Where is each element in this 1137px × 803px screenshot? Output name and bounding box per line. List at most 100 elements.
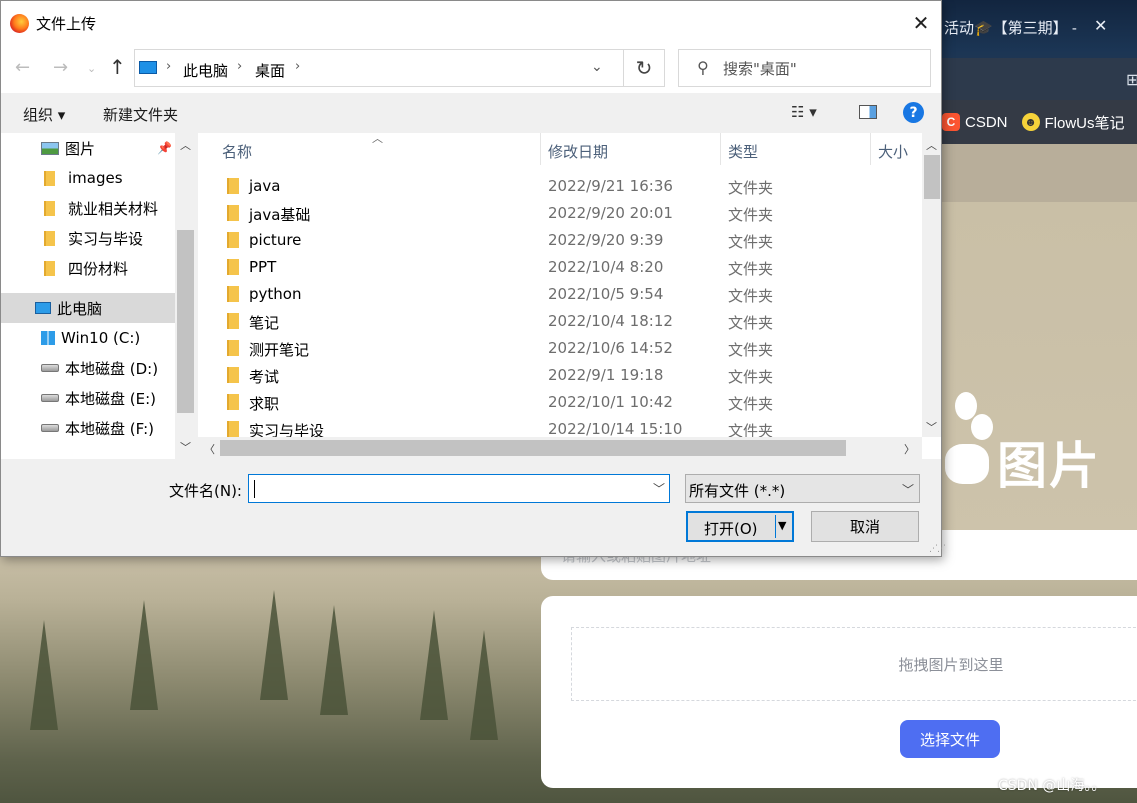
drive-icon	[41, 394, 59, 402]
bookmark-csdn[interactable]: C CSDN	[942, 113, 1008, 131]
breadcrumb-desktop[interactable]: 桌面	[255, 60, 285, 81]
close-button[interactable]: ✕	[901, 5, 941, 41]
file-type: 文件夹	[728, 179, 774, 197]
nav-item-this-pc[interactable]: 此电脑	[1, 293, 175, 323]
vertical-scrollbar-thumb[interactable]	[924, 155, 940, 199]
nav-item-drive-c[interactable]: Win10 (C:)	[1, 323, 175, 353]
column-header-size[interactable]: 大小	[878, 141, 908, 162]
scroll-left-icon[interactable]: 〈	[204, 441, 215, 457]
pictures-icon	[41, 141, 59, 155]
up-arrow-icon[interactable]: ↑	[109, 55, 126, 79]
nav-item-pictures[interactable]: 图片 📌	[1, 133, 175, 163]
folder-icon	[227, 205, 239, 221]
file-row[interactable]: picture 2022/9/20 9:39 文件夹	[198, 227, 922, 254]
nav-item-label: 此电脑	[57, 299, 103, 318]
chevron-down-icon[interactable]: ⌄	[591, 59, 603, 75]
filename-combobox[interactable]: ﹀	[248, 474, 670, 503]
browser-tab-close-icon[interactable]: ✕	[1094, 16, 1107, 35]
scroll-right-icon[interactable]: 〉	[904, 441, 915, 457]
extensions-grid-icon[interactable]: ⊞	[1126, 70, 1137, 89]
file-row[interactable]: 考试 2022/9/1 19:18 文件夹	[198, 362, 922, 389]
new-folder-button[interactable]: 新建文件夹	[103, 104, 178, 125]
dropdown-arrow-icon[interactable]: ▼	[778, 519, 786, 532]
refresh-button[interactable]: ↻	[623, 49, 665, 87]
background-tree	[260, 590, 288, 700]
file-type: 文件夹	[728, 395, 774, 413]
folder-icon	[227, 394, 239, 410]
recent-locations-chevron-icon[interactable]: ⌄	[87, 62, 96, 75]
nav-item-internship-thesis[interactable]: 实习与毕设	[1, 223, 175, 253]
split-divider	[775, 515, 776, 538]
breadcrumb-this-pc[interactable]: 此电脑	[183, 60, 228, 81]
file-modified: 2022/10/6 14:52	[548, 339, 673, 357]
file-row[interactable]: java基础 2022/9/20 20:01 文件夹	[198, 200, 922, 227]
file-type-select[interactable]: 所有文件 (*.*) ﹀	[685, 474, 920, 503]
file-row[interactable]: java 2022/9/21 16:36 文件夹	[198, 173, 922, 200]
breadcrumb-chevron-icon[interactable]: ›	[237, 59, 242, 74]
file-row[interactable]: python 2022/10/5 9:54 文件夹	[198, 281, 922, 308]
folder-icon	[227, 313, 239, 329]
search-box[interactable]: ⚲	[678, 49, 931, 87]
preview-pane-icon[interactable]	[859, 105, 877, 119]
browser-toolbar	[942, 58, 1137, 100]
forward-arrow-icon[interactable]: →	[53, 57, 68, 78]
column-header-type[interactable]: 类型	[728, 141, 758, 162]
cancel-button[interactable]: 取消	[811, 511, 919, 542]
bookmark-flowus[interactable]: ☻ FlowUs笔记	[1021, 112, 1125, 133]
choose-file-button[interactable]: 选择文件	[900, 720, 1000, 758]
nav-scrollbar-thumb[interactable]	[177, 230, 194, 413]
horizontal-scrollbar-thumb[interactable]	[220, 440, 846, 456]
breadcrumb-chevron-icon[interactable]: ›	[166, 59, 171, 74]
file-modified: 2022/10/14 15:10	[548, 420, 683, 438]
scroll-up-icon[interactable]: ︿	[926, 137, 937, 153]
file-type: 文件夹	[728, 206, 774, 224]
file-row[interactable]: 笔记 2022/10/4 18:12 文件夹	[198, 308, 922, 335]
file-upload-dialog: 文件上传 ✕ ← → ⌄ ↑ › 此电脑 › 桌面 › ⌄ ↻ ⚲ 组织 ▾ 新…	[0, 0, 946, 557]
bookmark-label: CSDN	[965, 113, 1008, 131]
column-header-name[interactable]: 名称	[222, 141, 252, 162]
dialog-titlebar[interactable]: 文件上传 ✕	[1, 1, 941, 45]
nav-item-images[interactable]: images	[1, 163, 175, 193]
chevron-down-icon[interactable]: ﹀	[653, 480, 665, 497]
folder-icon	[227, 232, 239, 248]
file-row[interactable]: 测开笔记 2022/10/6 14:52 文件夹	[198, 335, 922, 362]
file-modified: 2022/10/1 10:42	[548, 393, 673, 411]
nav-item-label: Win10 (C:)	[61, 329, 141, 347]
drop-zone[interactable]: 拖拽图片到这里	[571, 627, 1137, 701]
column-divider[interactable]	[870, 133, 871, 165]
file-name: java	[249, 177, 281, 195]
file-row[interactable]: PPT 2022/10/4 8:20 文件夹	[198, 254, 922, 281]
nav-item-employment-materials[interactable]: 就业相关材料	[1, 193, 175, 223]
file-modified: 2022/10/4 8:20	[548, 258, 664, 276]
windows-drive-icon	[41, 331, 55, 345]
nav-item-drive-d[interactable]: 本地磁盘 (D:)	[1, 353, 175, 383]
filename-input[interactable]	[253, 478, 643, 500]
file-name: 考试	[249, 368, 280, 386]
nav-item-label: 实习与毕设	[68, 229, 144, 248]
organize-button[interactable]: 组织 ▾	[23, 104, 65, 125]
open-button[interactable]: 打开(O) ▼	[686, 511, 794, 542]
filename-label: 文件名(N):	[169, 482, 242, 500]
scroll-down-icon[interactable]: ﹀	[180, 439, 191, 455]
folder-icon	[227, 259, 239, 275]
column-divider[interactable]	[540, 133, 541, 165]
search-input[interactable]	[723, 60, 923, 78]
scroll-up-icon[interactable]: ︿	[180, 137, 191, 153]
file-type: 文件夹	[728, 368, 774, 386]
resize-grip-icon[interactable]: ⋰⋰	[929, 544, 946, 554]
column-header-modified[interactable]: 修改日期	[548, 141, 608, 162]
nav-item-drive-e[interactable]: 本地磁盘 (E:)	[1, 383, 175, 413]
help-icon[interactable]: ?	[903, 102, 924, 123]
back-arrow-icon[interactable]: ←	[15, 57, 30, 78]
address-bar[interactable]: › 此电脑 › 桌面 › ⌄	[134, 49, 624, 87]
sort-ascending-icon: ︿	[372, 133, 383, 145]
view-options-icon[interactable]: ☷ ▾	[791, 103, 817, 121]
file-row[interactable]: 求职 2022/10/1 10:42 文件夹	[198, 389, 922, 416]
column-divider[interactable]	[720, 133, 721, 165]
scroll-down-icon[interactable]: ﹀	[926, 419, 937, 435]
nav-item-drive-f[interactable]: 本地磁盘 (F:)	[1, 413, 175, 443]
file-name: picture	[249, 231, 302, 249]
nav-item-four-materials[interactable]: 四份材料	[1, 253, 175, 283]
browser-tab-title[interactable]: 活动🎓【第三期】 -	[944, 17, 1077, 38]
breadcrumb-chevron-icon[interactable]: ›	[295, 59, 300, 74]
